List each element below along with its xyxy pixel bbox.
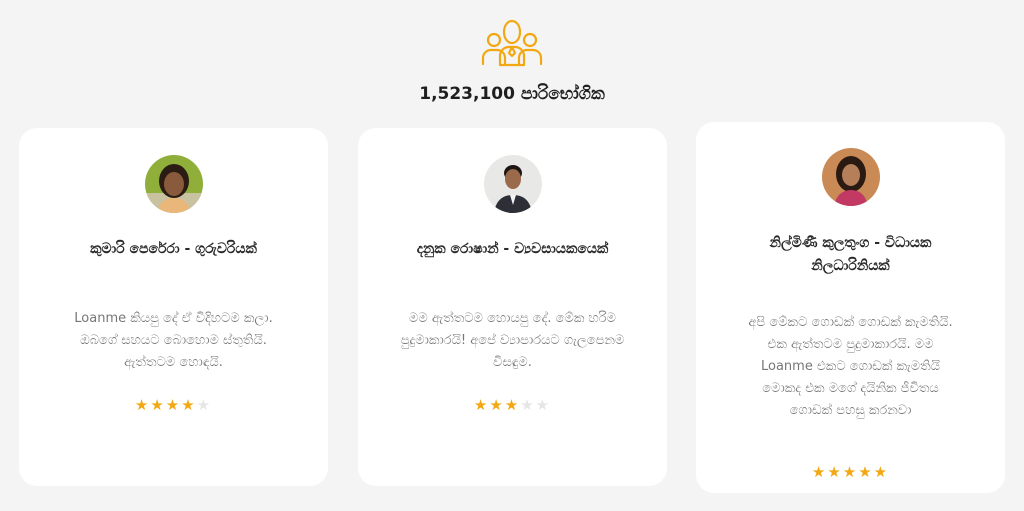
star-icon: ★ — [196, 396, 213, 414]
star-icon: ★ — [873, 463, 890, 481]
star-icon: ★ — [811, 463, 828, 481]
avatar — [821, 148, 880, 206]
testimonial-name: නිල්මිණී කුලතුංග - විධායක නිලධාරිනියක් — [769, 235, 932, 274]
star-icon: ★ — [473, 396, 490, 414]
star-icon: ★ — [858, 463, 874, 481]
star-icon: ★ — [165, 396, 182, 414]
star-icon: ★ — [504, 396, 521, 414]
star-icon: ★ — [827, 463, 843, 481]
star-icon: ★ — [181, 396, 197, 414]
avatar — [483, 155, 542, 213]
avatar — [144, 155, 203, 213]
testimonial-quote: අපි මේකට ගොඩක් ගොඩක් කැමතියි. එක ඇත්තටම … — [748, 315, 953, 418]
rating-stars: ★★★★★ — [19, 396, 328, 414]
star-icon: ★ — [150, 396, 166, 414]
testimonial-name: කුමාරි පෙරේරා - ගුරුවරියක් — [90, 241, 257, 257]
testimonial-card: නිල්මිණී කුලතුංග - විධායක නිලධාරිනියක් අ… — [696, 122, 1005, 493]
star-icon: ★ — [842, 463, 859, 481]
testimonial-quote: මම ඇත්තටම හොයපු දේ. මේක හරිම පුදුමාකාරයි… — [400, 311, 625, 370]
rating-stars: ★★★★★ — [358, 396, 667, 414]
testimonial-quote: Loanme කියපු දේ ඒ විදිහටම කලා. ඔබගේ සහයට… — [74, 311, 273, 370]
users-count: 1,523,100 පාරිභෝගික — [419, 84, 605, 104]
star-icon: ★ — [520, 396, 536, 414]
testimonial-card: දනුක රොෂාන් - ව්‍යවසායකයෙක් මම ඇත්තටම හො… — [358, 128, 667, 486]
star-icon: ★ — [535, 396, 552, 414]
testimonial-name: දනුක රොෂාන් - ව්‍යවසායකයෙක් — [416, 241, 609, 257]
star-icon: ★ — [489, 396, 505, 414]
rating-stars: ★★★★★ — [696, 463, 1005, 481]
testimonial-card: කුමාරි පෙරේරා - ගුරුවරියක් Loanme කියපු … — [19, 128, 328, 486]
star-icon: ★ — [134, 396, 151, 414]
users-group-icon — [480, 18, 544, 68]
